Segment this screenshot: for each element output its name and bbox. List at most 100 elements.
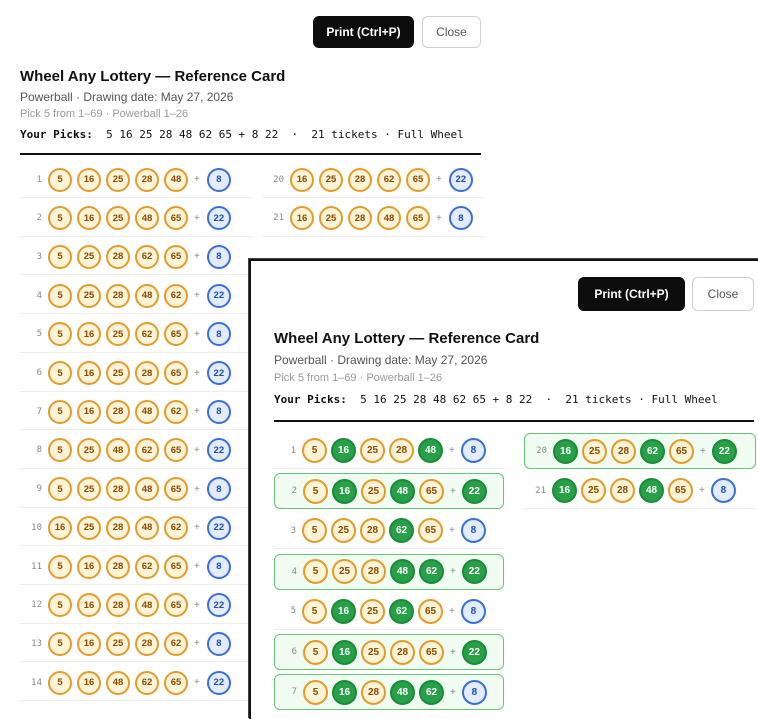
ticket-number: 2 <box>291 486 297 497</box>
white-ball: 48 <box>135 206 159 231</box>
matched-powerball: 22 <box>711 438 737 464</box>
white-ball: 48 <box>106 438 130 463</box>
matched-ball: 48 <box>390 478 415 504</box>
ticket-balls: 5 16 25 28 48 +8 <box>302 438 486 463</box>
white-ball: 65 <box>406 206 430 231</box>
white-ball: 5 <box>48 244 72 269</box>
matched-ball: 16 <box>331 438 356 463</box>
ticket-balls: 5 16 25 28 65 +22 <box>303 639 487 665</box>
plus-sign: + <box>194 444 200 456</box>
picks-line: Your Picks: 5 16 25 28 48 62 65 + 8 22 ·… <box>274 393 718 406</box>
plus-sign: + <box>450 485 456 497</box>
card-title: Wheel Any Lottery — Reference Card <box>274 330 540 347</box>
close-button-back[interactable]: Close <box>422 16 481 48</box>
plus-sign: + <box>194 251 200 263</box>
ticket-row: 1 5 16 25 28 48 +8 <box>274 433 504 469</box>
ticket-balls: 5 16 25 48 65 +22 <box>48 206 236 231</box>
powerball: 8 <box>206 167 231 192</box>
white-ball: 16 <box>77 206 101 231</box>
white-ball: 62 <box>135 322 159 347</box>
plus-sign: + <box>436 174 442 185</box>
plus-sign: + <box>194 328 200 340</box>
white-ball: 5 <box>48 438 72 463</box>
powerball: 8 <box>206 554 231 579</box>
white-ball: 25 <box>319 206 343 231</box>
white-ball: 28 <box>390 639 415 665</box>
picks-suffix: · 21 tickets · Full Wheel <box>545 393 718 406</box>
white-ball: 28 <box>106 399 130 424</box>
powerball: 22 <box>206 206 231 231</box>
plus-sign: + <box>194 522 200 534</box>
white-ball: 28 <box>348 206 372 231</box>
ticket-row: 8 5 25 48 62 65 +22 <box>20 433 252 469</box>
print-button[interactable]: Print (Ctrl+P) <box>578 277 685 311</box>
picks-line-back: Your Picks: 5 16 25 28 48 62 65 + 8 22 ·… <box>20 128 464 141</box>
plus-sign: + <box>449 525 455 537</box>
ticket-row: 12 5 16 28 48 65 +22 <box>20 588 252 624</box>
white-ball: 5 <box>302 438 327 463</box>
plus-sign: + <box>436 212 442 224</box>
ticket-balls: 5 25 28 62 65 +8 <box>302 518 486 544</box>
matched-ball: 62 <box>389 518 414 544</box>
white-ball: 25 <box>106 167 130 192</box>
ticket-balls: 5 16 25 62 65 +8 <box>48 322 236 347</box>
plus-sign: + <box>194 367 200 379</box>
ticket-number: 4 <box>291 566 297 577</box>
powerball: 8 <box>206 477 231 502</box>
ticket-balls: 5 16 28 48 62 +8 <box>303 679 487 705</box>
white-ball: 28 <box>348 167 372 192</box>
ticket-row: 2 5 16 25 48 65 +22 <box>20 201 252 237</box>
white-ball: 25 <box>332 559 357 585</box>
white-ball: 25 <box>106 322 130 347</box>
white-ball: 5 <box>48 206 72 231</box>
white-ball: 65 <box>164 554 188 579</box>
white-ball: 28 <box>611 438 636 464</box>
white-ball: 5 <box>48 593 72 618</box>
ticket-balls: 5 25 28 48 62 +22 <box>303 559 487 585</box>
close-button[interactable]: Close <box>692 277 754 311</box>
powerball: 8 <box>460 438 486 463</box>
white-ball: 5 <box>303 478 328 504</box>
white-ball: 25 <box>360 438 385 463</box>
white-ball: 28 <box>135 631 159 656</box>
white-ball: 65 <box>164 438 188 463</box>
white-ball: 16 <box>77 554 101 579</box>
ticket-row: 7 5 16 28 48 62 +8 <box>20 394 252 431</box>
powerball: 22 <box>206 361 231 385</box>
ticket-row: 10 16 25 28 48 62 +22 <box>20 510 252 547</box>
ticket-number: 21 <box>535 485 546 496</box>
white-ball: 65 <box>419 639 444 665</box>
ticket-number: 8 <box>36 445 42 456</box>
ticket-balls: 5 16 28 48 62 +8 <box>48 399 236 424</box>
white-ball: 28 <box>106 283 130 308</box>
ticket-number: 2 <box>36 213 42 224</box>
white-ball: 65 <box>164 206 188 231</box>
ticket-number: 20 <box>273 174 284 185</box>
white-ball: 28 <box>106 244 130 269</box>
white-ball: 28 <box>361 559 386 585</box>
matched-ball: 16 <box>553 438 578 464</box>
white-ball: 65 <box>418 598 443 624</box>
matched-ball: 16 <box>332 679 357 705</box>
white-ball: 25 <box>361 478 386 504</box>
white-ball: 16 <box>77 361 101 385</box>
ticket-row: 21 16 25 28 48 65 +8 <box>524 473 756 510</box>
white-ball: 25 <box>331 518 356 544</box>
picks-suffix: · 21 tickets · Full Wheel <box>291 128 464 141</box>
plus-sign: + <box>449 445 455 456</box>
print-button-back[interactable]: Print (Ctrl+P) <box>313 16 414 48</box>
ticket-number: 5 <box>36 329 42 340</box>
white-ball: 65 <box>164 361 188 385</box>
white-ball: 25 <box>77 283 101 308</box>
white-ball: 65 <box>164 670 188 695</box>
ticket-row: 5 5 16 25 62 65 +8 <box>274 594 504 630</box>
white-ball: 25 <box>77 515 101 540</box>
matched-ball: 62 <box>419 559 444 585</box>
matched-ball: 48 <box>390 559 415 585</box>
plus-sign: + <box>700 445 706 457</box>
ticket-row: 20 16 25 28 62 65 +22 <box>262 162 484 198</box>
matched-ball: 16 <box>332 639 357 665</box>
ticket-balls: 16 25 28 62 65 +22 <box>553 438 737 464</box>
white-ball: 28 <box>360 518 385 544</box>
plus-sign: + <box>450 686 456 698</box>
